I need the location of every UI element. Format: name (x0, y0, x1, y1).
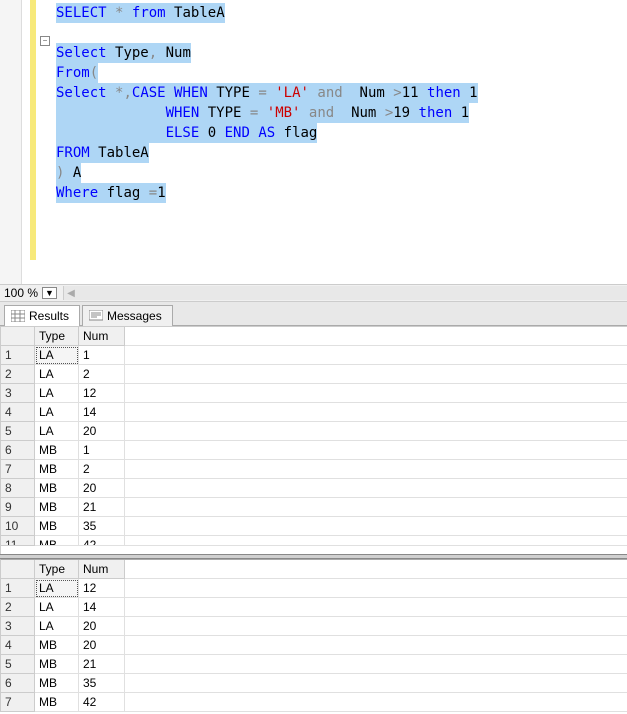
row-header[interactable]: 3 (1, 384, 35, 403)
tab-messages[interactable]: Messages (82, 305, 173, 326)
messages-icon (89, 310, 103, 322)
cell[interactable]: MB (35, 636, 79, 655)
row-header[interactable]: 11 (1, 536, 35, 546)
cell[interactable]: 1 (79, 346, 125, 365)
code-text[interactable]: SELECT * from TableA Select Type, Num Fr… (56, 3, 478, 203)
col-header-type[interactable]: Type (35, 560, 79, 579)
cell[interactable]: 2 (79, 460, 125, 479)
cell[interactable]: MB (35, 498, 79, 517)
cell[interactable]: 20 (79, 617, 125, 636)
row-header[interactable]: 2 (1, 365, 35, 384)
cell[interactable]: 20 (79, 636, 125, 655)
row-header[interactable]: 6 (1, 441, 35, 460)
results-grid-2[interactable]: TypeNum1LA122LA143LA204MB205MB216MB357MB… (0, 559, 627, 712)
cell[interactable]: LA (35, 598, 79, 617)
cell[interactable]: MB (35, 460, 79, 479)
row-header-corner (1, 560, 35, 579)
zoom-dropdown[interactable]: ▼ (42, 287, 57, 299)
cell[interactable]: MB (35, 536, 79, 546)
tab-results-label: Results (29, 309, 69, 323)
cell[interactable]: 21 (79, 498, 125, 517)
cell[interactable]: 20 (79, 479, 125, 498)
zoom-bar: 100 % ▼ ◀ (0, 284, 627, 302)
scroll-left-arrow[interactable]: ◀ (64, 286, 78, 300)
row-header[interactable]: 2 (1, 598, 35, 617)
row-header-corner (1, 327, 35, 346)
row-header[interactable]: 7 (1, 460, 35, 479)
tab-results[interactable]: Results (4, 305, 80, 326)
cell[interactable]: LA (35, 617, 79, 636)
col-header-type[interactable]: Type (35, 327, 79, 346)
results-grid-1[interactable]: TypeNum1LA12LA23LA124LA145LA206MB17MB28M… (0, 326, 627, 554)
cell[interactable]: MB (35, 479, 79, 498)
col-header-num[interactable]: Num (79, 560, 125, 579)
change-indicator (30, 0, 36, 260)
cell[interactable]: LA (35, 365, 79, 384)
fold-toggle[interactable]: − (40, 36, 50, 46)
row-header[interactable]: 4 (1, 403, 35, 422)
cell[interactable]: MB (35, 441, 79, 460)
cell[interactable]: MB (35, 517, 79, 536)
row-header[interactable]: 8 (1, 479, 35, 498)
cell[interactable]: MB (35, 655, 79, 674)
cell[interactable]: 14 (79, 598, 125, 617)
cell[interactable]: MB (35, 674, 79, 693)
row-header[interactable]: 5 (1, 655, 35, 674)
editor-margin (0, 0, 22, 284)
row-header[interactable]: 1 (1, 579, 35, 598)
cell[interactable]: 12 (79, 579, 125, 598)
cell[interactable]: LA (35, 346, 79, 365)
cell[interactable]: 12 (79, 384, 125, 403)
row-header[interactable]: 9 (1, 498, 35, 517)
cell[interactable]: 21 (79, 655, 125, 674)
col-header-num[interactable]: Num (79, 327, 125, 346)
zoom-level: 100 % (4, 286, 38, 300)
row-header[interactable]: 4 (1, 636, 35, 655)
cell[interactable]: 42 (79, 693, 125, 712)
row-header[interactable]: 10 (1, 517, 35, 536)
cell[interactable]: 35 (79, 674, 125, 693)
cell[interactable]: MB (35, 693, 79, 712)
row-header[interactable]: 5 (1, 422, 35, 441)
cell[interactable]: LA (35, 422, 79, 441)
cell[interactable]: LA (35, 579, 79, 598)
grid-icon (11, 310, 25, 322)
sql-editor[interactable]: − SELECT * from TableA Select Type, Num … (0, 0, 627, 284)
row-header[interactable]: 7 (1, 693, 35, 712)
cell[interactable]: 42 (79, 536, 125, 546)
horizontal-scrollbar[interactable]: ◀ (63, 286, 627, 300)
cell[interactable]: LA (35, 384, 79, 403)
cell[interactable]: 20 (79, 422, 125, 441)
cell[interactable]: 35 (79, 517, 125, 536)
cell[interactable]: 1 (79, 441, 125, 460)
row-header[interactable]: 6 (1, 674, 35, 693)
tab-messages-label: Messages (107, 309, 162, 323)
cell[interactable]: 2 (79, 365, 125, 384)
results-tab-bar: Results Messages (0, 302, 627, 326)
cell[interactable]: LA (35, 403, 79, 422)
cell[interactable]: 14 (79, 403, 125, 422)
row-header[interactable]: 1 (1, 346, 35, 365)
row-header[interactable]: 3 (1, 617, 35, 636)
